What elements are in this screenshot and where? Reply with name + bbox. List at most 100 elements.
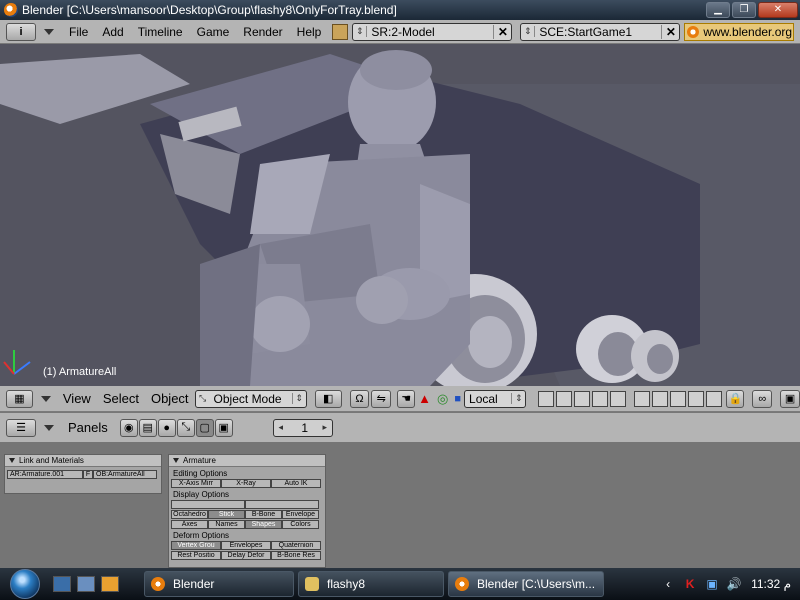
orientation-selector[interactable]: Local ⇕ — [464, 389, 527, 408]
x-axis-mirror-button[interactable]: X-Axis Mirr — [171, 479, 221, 488]
bone-layer-buttons[interactable] — [171, 500, 325, 509]
blender-url-text[interactable]: www.blender.org — [703, 25, 792, 39]
frame-value[interactable]: 1 — [288, 421, 318, 435]
stick-button[interactable]: Stick — [208, 510, 245, 519]
draw-type-icon[interactable]: ◧ — [314, 389, 342, 408]
scene-selector[interactable]: ⇕ SCE:StartGame1 ✕ — [520, 22, 681, 41]
screen-browse-icon[interactable] — [332, 23, 349, 40]
object-menu[interactable]: Object — [145, 391, 195, 406]
start-button[interactable] — [0, 568, 50, 600]
panel-collapse-icon[interactable] — [173, 458, 179, 464]
scene-arrows-icon[interactable]: ⇕ — [521, 26, 536, 37]
quaternion-button[interactable]: Quaternion — [271, 541, 321, 550]
close-button[interactable]: ✕ — [758, 2, 798, 18]
mode-selector-value[interactable]: Object Mode — [210, 392, 292, 406]
frame-field[interactable]: ◂ 1 ▸ — [272, 418, 333, 437]
tray-expand-icon[interactable]: ‹ — [660, 576, 676, 592]
octahedron-button[interactable]: Octahedro — [171, 510, 208, 519]
blender-task-icon — [151, 577, 165, 591]
screen-delete-icon[interactable]: ✕ — [493, 24, 511, 39]
editing-context-icon[interactable]: ▢ — [195, 418, 214, 437]
menu-timeline[interactable]: Timeline — [131, 25, 190, 39]
delay-deform-button[interactable]: Delay Defor — [221, 551, 271, 560]
envelope-button[interactable]: Envelope — [282, 510, 319, 519]
info-icon: i — [19, 25, 23, 38]
logic-context-icon[interactable]: ◉ — [119, 418, 138, 437]
axes-button[interactable]: Axes — [171, 520, 208, 529]
antivirus-icon[interactable]: K — [682, 576, 698, 592]
select-menu[interactable]: Select — [97, 391, 145, 406]
armature-panel-header[interactable]: Armature — [169, 455, 325, 467]
layer-buttons-right[interactable] — [632, 390, 723, 407]
object-name-field[interactable]: OB:ArmatureAll — [93, 470, 157, 479]
blender-url-link[interactable]: www.blender.org — [684, 22, 795, 41]
render-preview-icon[interactable]: ▣ — [780, 389, 800, 408]
screen-name[interactable]: SR:2-Model — [367, 25, 493, 39]
menu-add[interactable]: Add — [95, 25, 130, 39]
menu-game[interactable]: Game — [190, 25, 237, 39]
menu-file[interactable]: File — [62, 25, 95, 39]
header-collapse-triangle-icon[interactable] — [40, 395, 51, 402]
scene-name[interactable]: SCE:StartGame1 — [535, 25, 661, 39]
fake-user-toggle[interactable]: F — [83, 470, 93, 479]
buttons-window-header: ☰ Panels ◉ ▤ ● ⤡ ▢ ▣ ◂ 1 ▸ — [0, 412, 800, 442]
maximize-button[interactable]: ❐ — [732, 2, 756, 18]
scene-context-icon[interactable]: ▣ — [214, 418, 233, 437]
scene-delete-icon[interactable]: ✕ — [661, 24, 679, 39]
switch-windows-icon[interactable] — [77, 576, 95, 592]
3d-viewport[interactable]: (1) ArmatureAll — [0, 44, 800, 386]
view-menu[interactable]: View — [57, 391, 97, 406]
rotate-manipulator-icon[interactable]: ◎ — [437, 391, 448, 407]
buttons-collapse-triangle-icon[interactable] — [44, 424, 54, 431]
info-window-type-button[interactable]: i — [6, 22, 36, 41]
vertex-groups-button[interactable]: Vertex Grou — [171, 541, 221, 550]
panel-collapse-icon[interactable] — [9, 458, 15, 464]
rest-position-button[interactable]: Rest Positio — [171, 551, 221, 560]
taskbar-blender-1[interactable]: Blender — [144, 571, 294, 597]
b-bone-button[interactable]: B-Bone — [245, 510, 282, 519]
shapes-button[interactable]: Shapes — [245, 520, 282, 529]
clock[interactable]: 11:32 م — [751, 576, 791, 592]
show-desktop-icon[interactable] — [53, 576, 71, 592]
script-context-icon[interactable]: ▤ — [138, 418, 157, 437]
screen-arrows-icon[interactable]: ⇕ — [353, 26, 368, 37]
scale-manipulator-icon[interactable]: ■ — [454, 393, 461, 405]
context-buttons: ◉ ▤ ● ⤡ ▢ ▣ — [119, 418, 233, 437]
colors-button[interactable]: Colors — [282, 520, 319, 529]
orientation-arrows-icon[interactable]: ⇕ — [511, 393, 525, 404]
minimize-button[interactable]: ▁ — [706, 2, 730, 18]
layer-lock-icon[interactable]: ⇋ — [371, 389, 392, 408]
media-player-icon[interactable] — [101, 576, 119, 592]
orientation-value[interactable]: Local — [465, 392, 511, 406]
window-type-grid-icon[interactable]: ▦ — [6, 389, 33, 408]
auto-ik-button[interactable]: Auto IK — [271, 479, 321, 488]
mode-arrows-icon[interactable]: ⇕ — [291, 393, 306, 404]
ipo-icon[interactable]: ∞ — [752, 389, 773, 408]
screen-selector[interactable]: ⇕ SR:2-Model ✕ — [352, 22, 513, 41]
panels-menu[interactable]: Panels — [60, 420, 116, 435]
names-button[interactable]: Names — [208, 520, 245, 529]
buttons-window-type-icon[interactable]: ☰ — [6, 418, 36, 437]
network-icon[interactable]: ▣ — [704, 576, 720, 592]
frame-increment-icon[interactable]: ▸ — [318, 422, 332, 433]
menu-help[interactable]: Help — [290, 25, 329, 39]
pivot-icon[interactable]: Ω — [349, 389, 370, 408]
link-materials-header[interactable]: Link and Materials — [5, 455, 161, 467]
volume-icon[interactable]: 🔊 — [726, 576, 742, 592]
mode-selector[interactable]: ⤡ Object Mode ⇕ — [194, 389, 307, 408]
x-ray-button[interactable]: X-Ray — [221, 479, 271, 488]
taskbar-blender-2[interactable]: Blender [C:\Users\m... — [448, 571, 604, 597]
lock-icon[interactable]: 🔒 — [726, 389, 745, 408]
menu-collapse-triangle-icon[interactable] — [44, 28, 54, 35]
armature-data-field[interactable]: AR:Armature.001 — [7, 470, 83, 479]
object-context-icon[interactable]: ⤡ — [176, 418, 195, 437]
frame-decrement-icon[interactable]: ◂ — [274, 422, 288, 433]
manipulator-hand-icon[interactable]: ☚ — [397, 389, 416, 408]
shading-context-icon[interactable]: ● — [157, 418, 176, 437]
envelopes-button[interactable]: Envelopes — [221, 541, 271, 550]
taskbar-flashy8[interactable]: flashy8 — [298, 571, 444, 597]
b-bone-rest-button[interactable]: B-Bone Res — [271, 551, 321, 560]
translate-manipulator-icon[interactable]: ▲ — [418, 391, 431, 406]
menu-render[interactable]: Render — [236, 25, 289, 39]
layer-buttons-left[interactable] — [536, 390, 627, 407]
